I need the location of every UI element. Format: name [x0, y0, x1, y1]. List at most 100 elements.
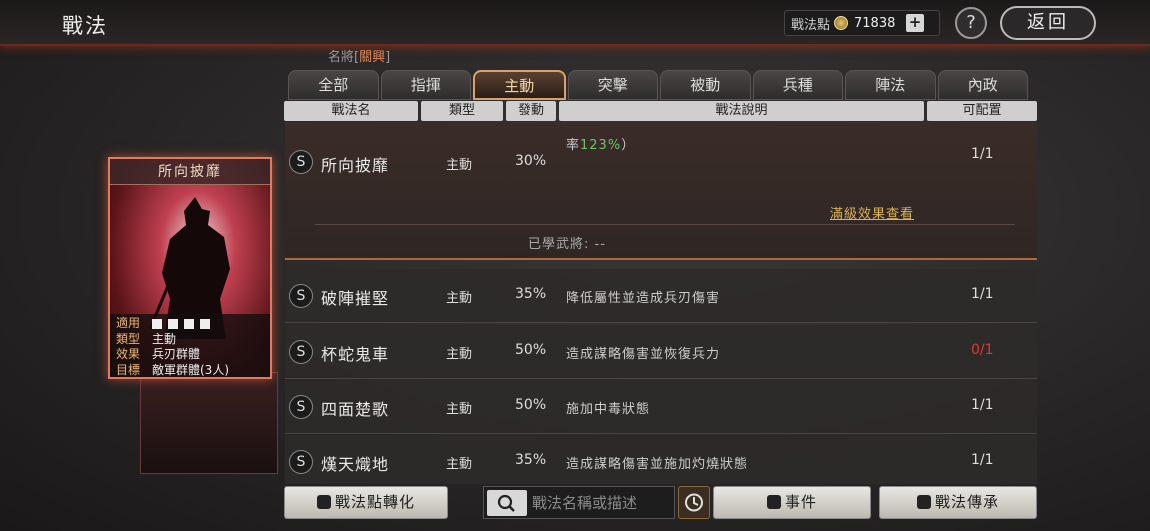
help-button[interactable]: ?: [955, 7, 987, 39]
search-input[interactable]: [532, 491, 672, 515]
tactic-name: 所向披靡: [321, 156, 390, 175]
tab-command[interactable]: 指揮: [380, 70, 471, 100]
convert-points-button[interactable]: 戰法點轉化: [284, 486, 448, 519]
card-apply-key: 適用: [116, 316, 141, 330]
tactic-type: 主動: [446, 291, 473, 306]
inherit-tactic-button[interactable]: 戰法傳承: [879, 486, 1037, 519]
tactic-name: 熯天熾地: [321, 455, 390, 474]
tab-active[interactable]: 主動: [473, 70, 566, 100]
full-effect-link[interactable]: 滿級效果查看: [830, 203, 914, 222]
grade-s-badge: S: [289, 340, 313, 364]
tab-internal[interactable]: 內政: [937, 70, 1028, 100]
tactic-rate: 50%: [515, 342, 547, 358]
page-title: 戰法: [62, 14, 108, 38]
column-trigger-header[interactable]: 發動: [506, 101, 556, 121]
tab-formation[interactable]: 陣法: [845, 70, 936, 100]
back-button[interactable]: 返回: [1000, 6, 1096, 40]
card-effect-key: 效果: [116, 347, 141, 361]
points-value: 71838: [854, 15, 896, 31]
table-row[interactable]: S 熯天熾地 主動 35% 造成謀略傷害並施加灼燒狀態 1/1: [285, 435, 1037, 484]
coin-icon: [834, 16, 849, 30]
general-suffix: ]: [385, 50, 391, 65]
column-desc-header: 戰法說明: [559, 101, 924, 121]
convert-label: 戰法點轉化: [334, 493, 415, 511]
events-button[interactable]: 事件: [713, 486, 871, 519]
card-title: 所向披靡: [110, 159, 270, 185]
card-target-key: 目標: [116, 362, 141, 377]
add-points-button[interactable]: +: [906, 14, 925, 32]
card-apply-line: 適用: [116, 316, 264, 332]
tactic-points-box: 戰法點 71838 +: [784, 10, 940, 36]
events-label: 事件: [784, 493, 817, 511]
hammer-icon: [916, 495, 931, 509]
column-type-header[interactable]: 類型: [421, 101, 503, 121]
tactic-card[interactable]: 所向披靡 適用 類型 主動 效果 兵刃群體 目標 敵軍群體(3人): [108, 157, 272, 379]
general-prefix: 名將[: [328, 50, 360, 65]
tactic-name: 杯蛇鬼車: [321, 345, 390, 364]
desc-suffix: ）: [621, 138, 636, 153]
bow-icon: [184, 318, 194, 329]
grade-s-badge: S: [289, 150, 313, 174]
shield-icon: [168, 318, 178, 329]
convert-icon: [316, 495, 331, 509]
tactic-desc: 造成謀略傷害並恢復兵力: [566, 347, 721, 362]
table-row[interactable]: S 破陣摧堅 主動 35% 降低屬性並造成兵刃傷害 1/1: [285, 269, 1037, 323]
tactic-config: 1/1: [971, 397, 994, 413]
card-type-key: 類型: [116, 331, 141, 346]
clock-icon[interactable]: [678, 486, 710, 519]
tab-all[interactable]: 全部: [288, 70, 379, 100]
tactic-name: 四面楚歌: [321, 400, 390, 419]
tactic-list: 率123%） S 所向披靡 主動 30% 1/1 滿級效果查看 已學武將: --…: [285, 122, 1037, 484]
tactic-type: 主動: [446, 158, 473, 173]
tactic-config: 1/1: [971, 286, 994, 302]
tactic-desc: 造成謀略傷害並施加灼燒狀態: [566, 457, 749, 472]
unit-icons: [152, 318, 210, 329]
search-icon[interactable]: [487, 490, 527, 516]
table-row[interactable]: S 四面楚歌 主動 50% 施加中毒狀態 1/1: [285, 380, 1037, 434]
desc-percent: 123%: [580, 138, 622, 153]
tactic-type: 主動: [446, 402, 473, 417]
table-row[interactable]: S 杯蛇鬼車 主動 50% 造成謀略傷害並恢復兵力 0/1: [285, 325, 1037, 379]
card-effect-line: 效果 兵刃群體: [116, 347, 264, 363]
card-type-line: 類型 主動: [116, 332, 264, 348]
cavalry-icon: [152, 318, 162, 329]
points-label: 戰法點: [791, 17, 831, 33]
expanded-desc: 率123%）: [566, 134, 635, 153]
learned-generals: 已學武將: --: [528, 237, 606, 252]
column-name-header[interactable]: 戰法名: [284, 101, 418, 121]
wheel-icon: [200, 318, 210, 329]
tab-troop[interactable]: 兵種: [752, 70, 843, 100]
tactic-type: 主動: [446, 457, 473, 472]
tactic-desc: 施加中毒狀態: [566, 402, 651, 417]
search-box: [483, 486, 675, 519]
card-effect-val: 兵刃群體: [152, 347, 201, 361]
card-back-stack: [140, 372, 278, 474]
events-icon: [766, 495, 781, 509]
tactic-config: 1/1: [971, 146, 994, 162]
tactic-config: 1/1: [971, 452, 994, 468]
tactic-rate: 35%: [515, 286, 547, 302]
desc-prefix: 率: [566, 138, 581, 153]
expanded-tactic-row[interactable]: 率123%） S 所向披靡 主動 30% 1/1 滿級效果查看 已學武將: --: [285, 122, 1037, 260]
card-target-line: 目標 敵軍群體(3人): [116, 362, 264, 378]
column-config-header[interactable]: 可配置: [927, 101, 1037, 121]
grade-s-badge: S: [289, 395, 313, 419]
card-type-val: 主動: [152, 331, 177, 346]
divider: [315, 224, 1015, 225]
grade-s-badge: S: [289, 450, 313, 474]
tactic-tabs: 全部 指揮 主動 突擊 被動 兵種 陣法 內政: [288, 70, 1028, 100]
tactic-config: 0/1: [971, 342, 994, 358]
tactic-name: 破陣摧堅: [321, 289, 390, 308]
card-target-val: 敵軍群體(3人): [152, 362, 229, 377]
tactic-type: 主動: [446, 347, 473, 362]
grade-s-badge: S: [289, 284, 313, 308]
tactic-rate: 35%: [515, 452, 547, 468]
tactic-rate: 50%: [515, 397, 547, 413]
tab-passive[interactable]: 被動: [660, 70, 751, 100]
card-info: 適用 類型 主動 效果 兵刃群體 目標 敵軍群體(3人): [110, 314, 270, 378]
general-label: 名將[關興]: [328, 46, 390, 65]
top-bar: 戰法 戰法點 71838 + ? 返回: [0, 0, 1150, 46]
tab-assault[interactable]: 突擊: [567, 70, 658, 100]
general-name: 關興: [359, 50, 386, 65]
inherit-label: 戰法傳承: [934, 493, 999, 511]
